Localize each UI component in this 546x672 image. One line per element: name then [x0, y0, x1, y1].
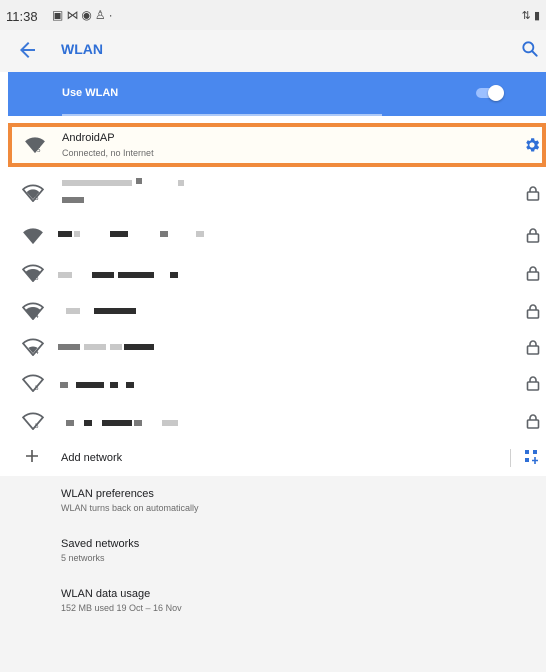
lock-icon: [526, 376, 540, 391]
master-bar-divider: [62, 114, 382, 116]
network-row[interactable]: 5: [0, 175, 546, 212]
pixelated-network-name: [196, 231, 204, 237]
app-bar: WLAN: [0, 30, 546, 72]
pixelated-network-name: [162, 420, 178, 426]
person-icon: ♙: [94, 8, 109, 22]
pref-title: WLAN preferences: [61, 488, 154, 500]
lock-icon: [526, 266, 540, 281]
svg-text:5: 5: [35, 275, 39, 282]
svg-text:4: 4: [35, 349, 39, 356]
page-title: WLAN: [61, 41, 103, 57]
pixelated-network-name: [62, 197, 84, 203]
pixelated-network-name: [110, 344, 122, 350]
lock-icon: [526, 340, 540, 355]
wifi-5ghz-icon: 5: [25, 137, 45, 154]
pref-title: Saved networks: [61, 538, 140, 550]
preferences-section: WLAN preferences WLAN turns back on auto…: [0, 476, 546, 672]
network-row[interactable]: 5: [0, 255, 546, 292]
pref-title: WLAN data usage: [61, 588, 151, 600]
status-bar: 11:38 ▣⋈◉♙· ⇅ ▮: [0, 0, 546, 30]
pixelated-network-name: [74, 231, 80, 237]
pixelated-network-name: [92, 272, 114, 278]
network-row[interactable]: 5: [0, 365, 546, 402]
switch-thumb: [488, 85, 504, 101]
lock-icon: [526, 228, 540, 243]
pixelated-network-name: [136, 178, 142, 184]
qr-code-scan-icon[interactable]: [524, 449, 538, 465]
wifi-5ghz-icon: 5: [22, 374, 44, 392]
add-network-row[interactable]: Add network: [0, 440, 546, 476]
lock-icon: [526, 186, 540, 201]
svg-text:5: 5: [35, 195, 39, 202]
network-row[interactable]: 4: [0, 293, 546, 330]
search-icon[interactable]: [520, 39, 540, 59]
pixelated-network-name: [62, 180, 132, 186]
wlan-data-usage-item[interactable]: WLAN data usage 152 MB used 19 Oct – 16 …: [61, 588, 182, 613]
network-row[interactable]: 5: [0, 403, 546, 440]
pixelated-network-name: [178, 180, 184, 186]
pixelated-network-name: [60, 382, 68, 388]
pixelated-network-name: [58, 272, 72, 278]
pixelated-network-name: [160, 231, 168, 237]
divider: [510, 449, 511, 467]
mail-icon: ⋈: [66, 8, 82, 22]
pixelated-network-name: [134, 420, 142, 426]
pixelated-network-name: [126, 382, 134, 388]
back-arrow-icon[interactable]: [16, 38, 40, 62]
pixelated-network-name: [118, 272, 154, 278]
svg-text:5: 5: [35, 423, 39, 430]
pixelated-network-name: [102, 420, 132, 426]
wlan-switch[interactable]: [470, 85, 506, 101]
wifi-4-icon: 4: [22, 302, 44, 320]
pixelated-network-name: [84, 344, 106, 350]
wifi-icon: [23, 228, 43, 245]
pixelated-network-name: [58, 231, 72, 237]
pixelated-network-name: [124, 344, 154, 350]
svg-text:5: 5: [37, 147, 41, 154]
dot-icon: ·: [108, 8, 116, 22]
pixelated-network-name: [66, 420, 74, 426]
status-time: 11:38: [6, 9, 38, 24]
wlan-preferences-item[interactable]: WLAN preferences WLAN turns back on auto…: [61, 488, 199, 513]
pixelated-network-name: [110, 231, 128, 237]
pixelated-network-name: [76, 382, 104, 388]
connected-network-row[interactable]: 5 AndroidAP Connected, no Internet: [8, 123, 546, 167]
wifi-4-icon: 4: [22, 338, 44, 356]
pixelated-network-name: [84, 420, 92, 426]
pref-subtitle: 152 MB used 19 Oct – 16 Nov: [61, 603, 182, 613]
message-icon: ▣: [52, 8, 67, 22]
pixelated-network-name: [170, 272, 178, 278]
pixelated-network-name: [102, 308, 136, 314]
saved-networks-item[interactable]: Saved networks 5 networks: [61, 538, 139, 563]
assistant-icon: ◉: [81, 8, 95, 22]
status-right-icons: ⇅ ▮: [522, 9, 540, 22]
gear-icon[interactable]: [523, 136, 541, 154]
network-name: AndroidAP: [62, 132, 115, 144]
pixelated-network-name: [110, 382, 118, 388]
use-wlan-label: Use WLAN: [62, 87, 119, 99]
pixelated-network-name: [58, 344, 80, 350]
lock-icon: [526, 414, 540, 429]
svg-text:4: 4: [35, 313, 39, 320]
plus-icon: [26, 450, 38, 462]
pref-subtitle: WLAN turns back on automatically: [61, 503, 199, 513]
use-wlan-toggle-row[interactable]: Use WLAN: [8, 72, 546, 116]
wifi-5ghz-icon: 5: [22, 412, 44, 430]
wifi-5ghz-icon: 5: [22, 264, 44, 282]
status-notification-icons: ▣⋈◉♙·: [52, 8, 116, 22]
network-row[interactable]: 4: [0, 329, 546, 366]
network-status: Connected, no Internet: [62, 148, 154, 158]
svg-text:5: 5: [35, 385, 39, 392]
network-row[interactable]: [0, 217, 546, 254]
pixelated-network-name: [66, 308, 80, 314]
pref-subtitle: 5 networks: [61, 553, 105, 563]
pixelated-network-name: [94, 308, 102, 314]
sync-icon: ⇅: [521, 10, 531, 22]
lock-icon: [526, 304, 540, 319]
battery-icon: ▮: [533, 10, 540, 22]
wifi-5ghz-icon: 5: [22, 184, 44, 202]
add-network-label: Add network: [61, 452, 123, 464]
